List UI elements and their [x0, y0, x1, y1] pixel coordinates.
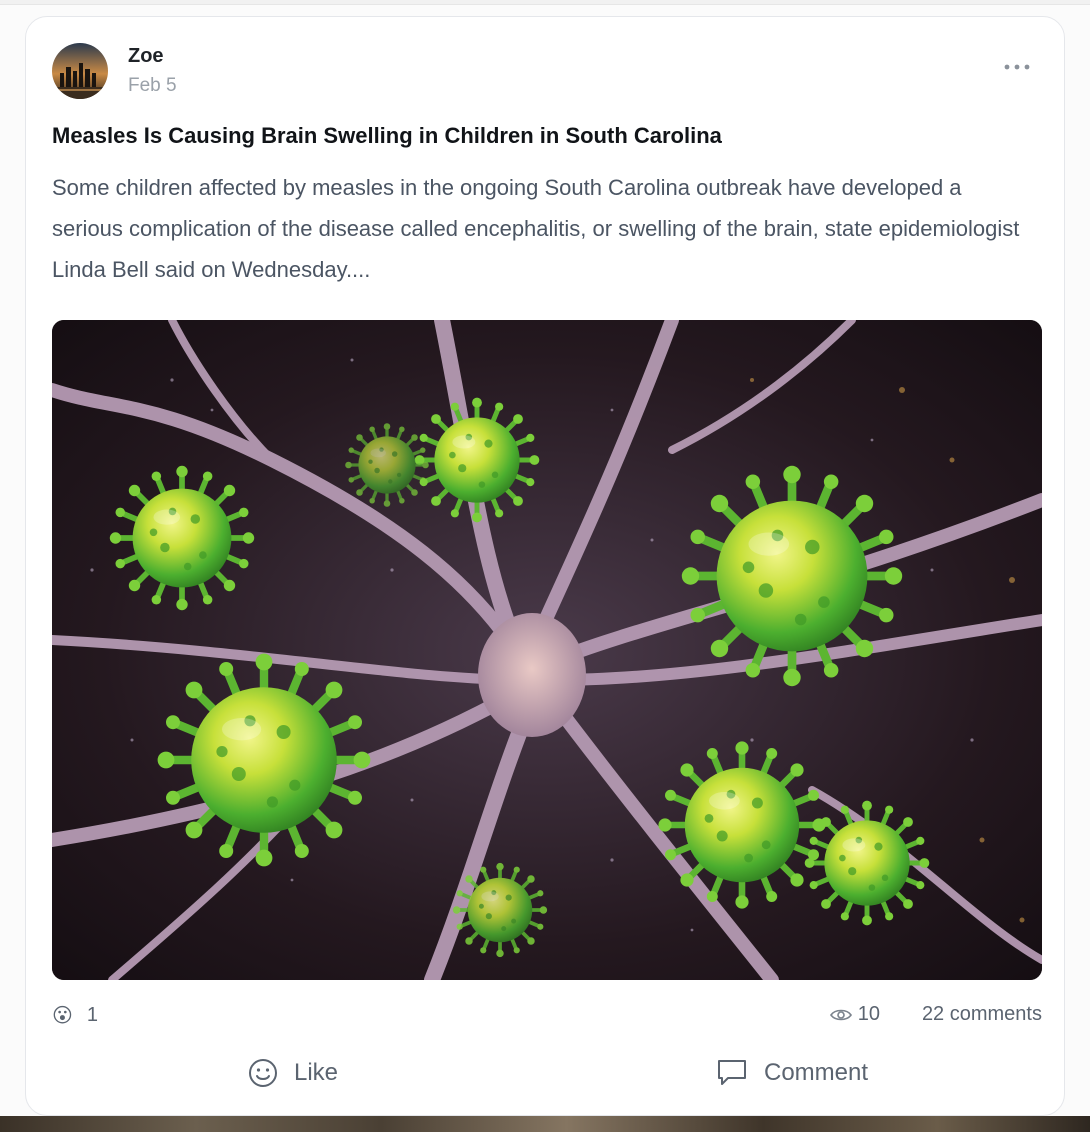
post-image[interactable] — [52, 320, 1042, 980]
like-label: Like — [294, 1059, 339, 1086]
post-title[interactable]: Measles Is Causing Brain Swelling in Chi… — [52, 123, 1032, 149]
post-excerpt: Some children affected by measles in the… — [52, 175, 1020, 282]
eye-icon — [829, 1009, 852, 1020]
comment-label: Comment — [764, 1059, 869, 1086]
avatar-image — [52, 43, 108, 99]
views-counter: 10 — [829, 1003, 880, 1026]
reaction-count: 1 — [86, 1004, 98, 1026]
speech-bubble-icon — [718, 1060, 746, 1085]
avatar[interactable] — [52, 43, 108, 99]
more-options-button[interactable] — [1000, 55, 1034, 79]
post-stats: 😮 1 10 22 comments — [52, 1003, 1042, 1033]
views-count: 10 — [857, 1003, 880, 1025]
comment-button[interactable]: Comment — [716, 1047, 868, 1099]
virus-illustration — [52, 320, 1042, 980]
reaction-emoji: 😮 — [52, 1005, 73, 1027]
post-card: Zoe Feb 5 Measles Is Causing Brain Swell… — [25, 16, 1065, 1116]
reaction-summary[interactable]: 😮 1 — [52, 1003, 98, 1028]
more-horizontal-icon — [1004, 64, 1030, 70]
next-post-preview — [0, 1116, 1090, 1132]
post-date: Feb 5 — [128, 75, 177, 96]
page-top-edge — [0, 0, 1090, 5]
smiley-icon — [249, 1059, 277, 1087]
post-actions: Like Comment — [26, 1047, 1066, 1099]
like-button[interactable]: Like — [248, 1047, 338, 1099]
comments-count[interactable]: 22 comments — [922, 1003, 1042, 1026]
author-name[interactable]: Zoe — [128, 45, 164, 68]
